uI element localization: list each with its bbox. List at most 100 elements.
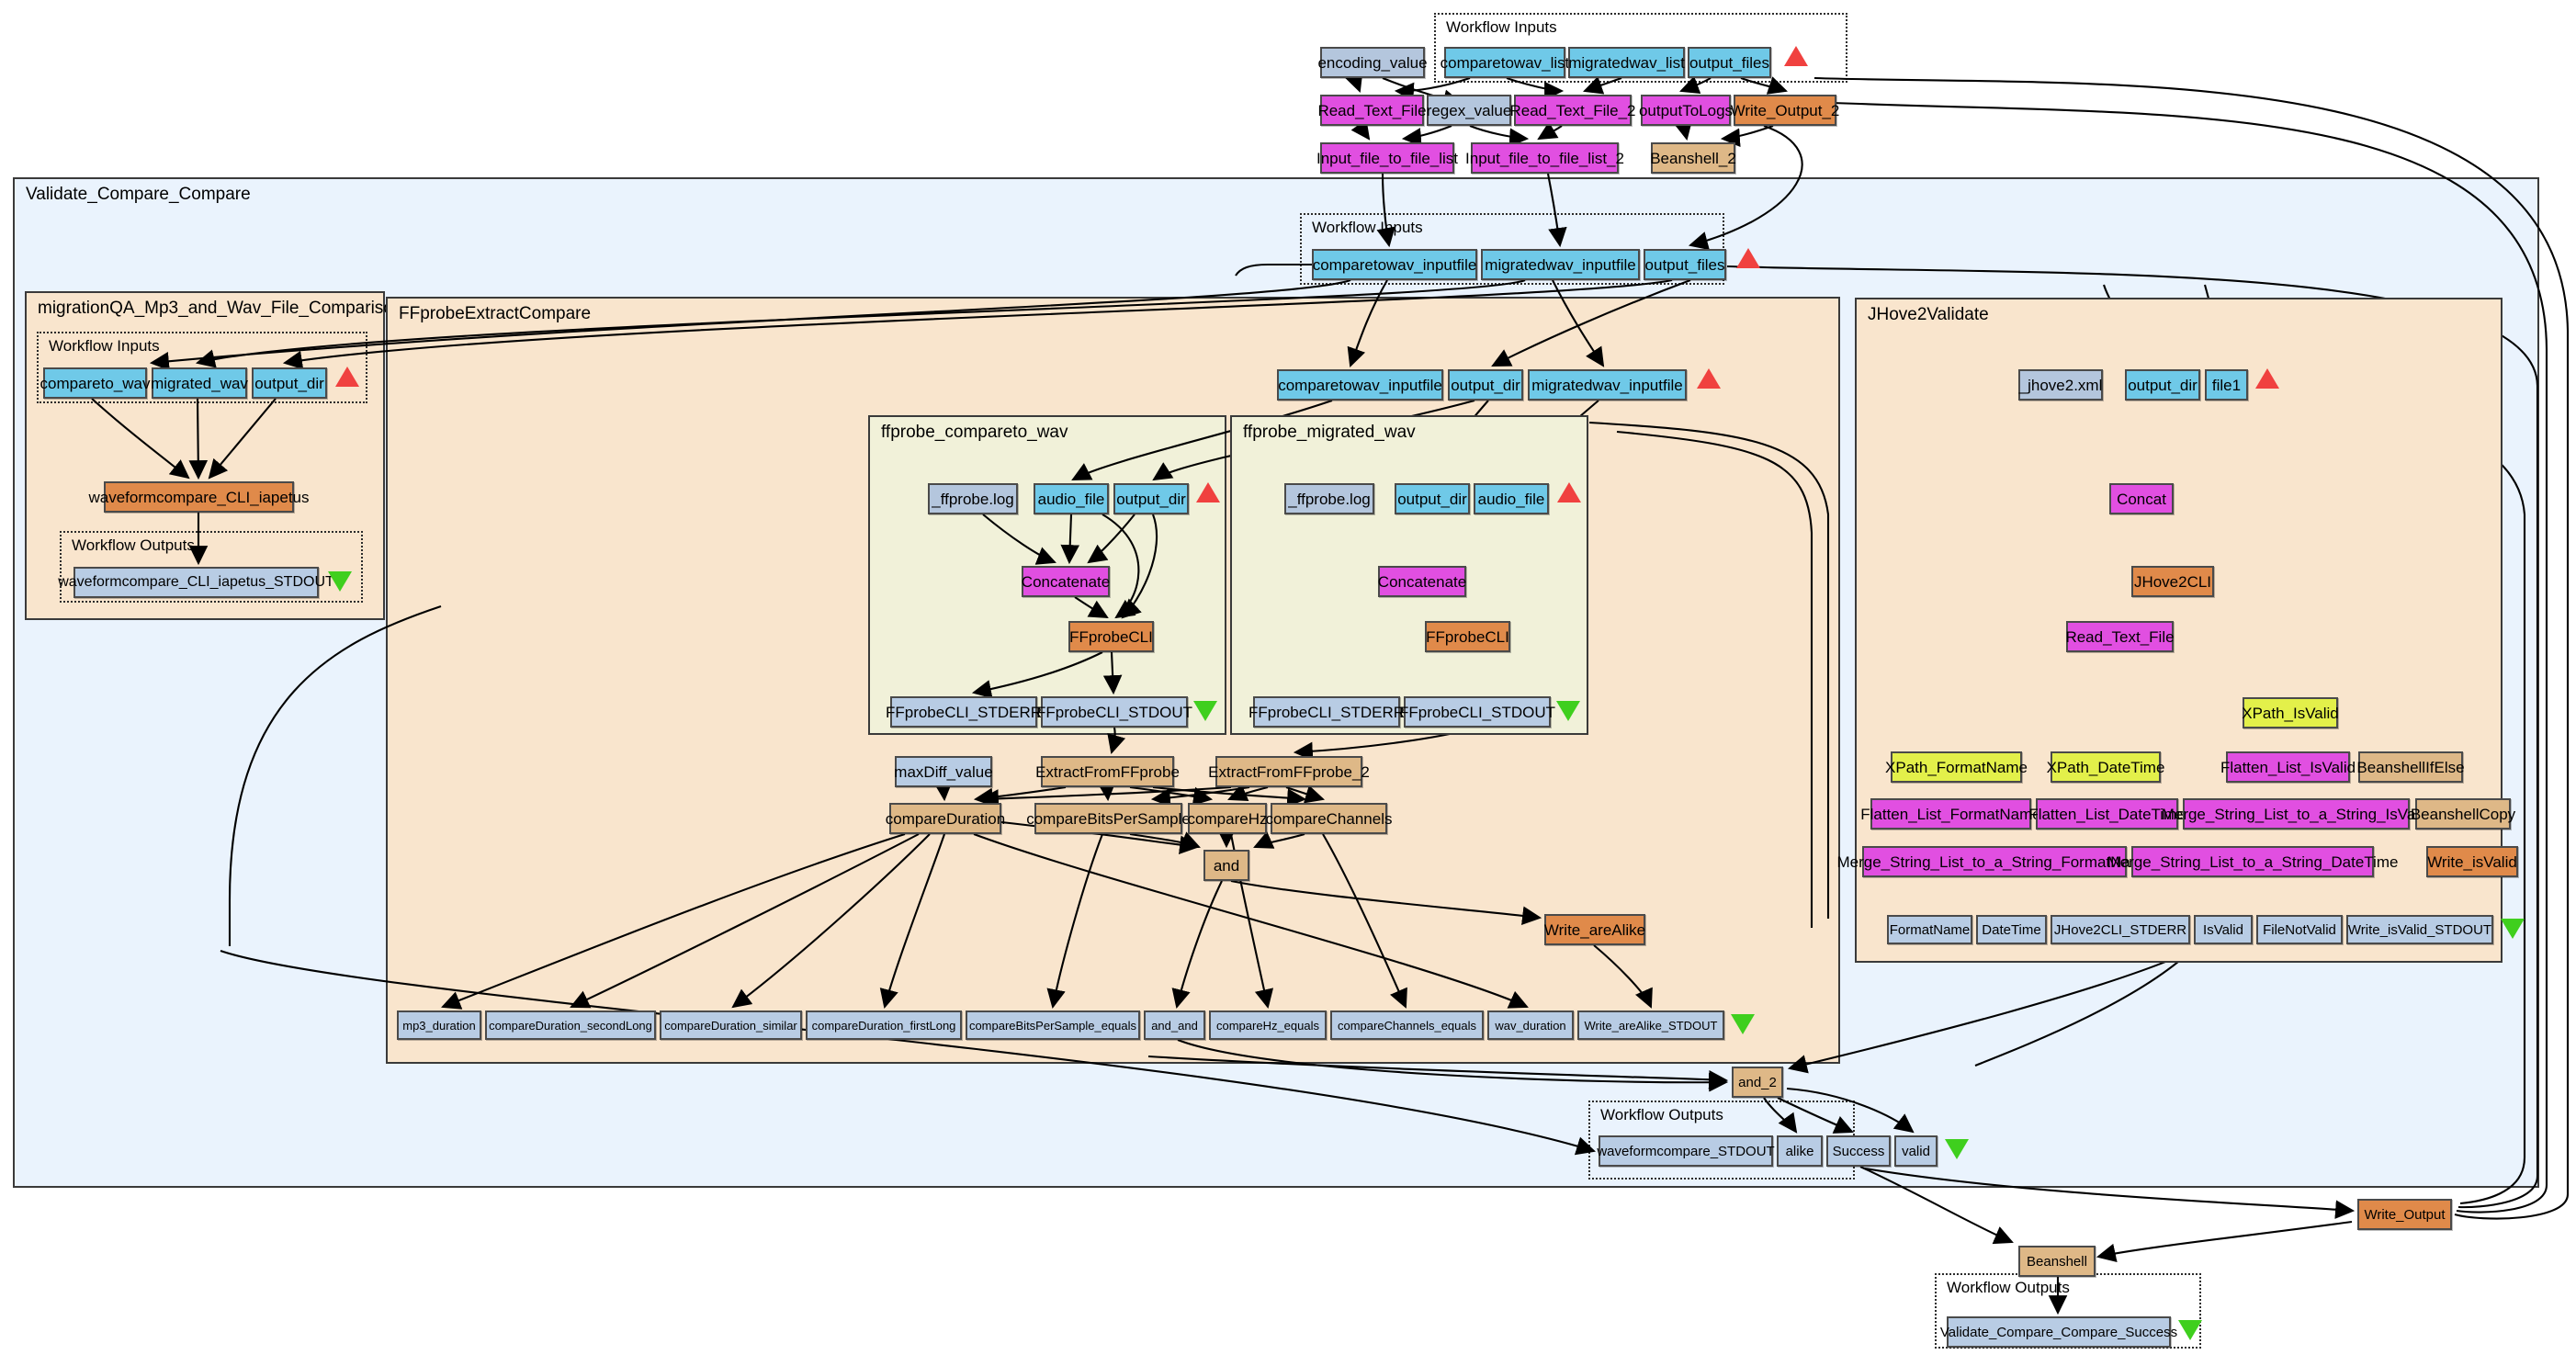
node-label-FFprobeCLI_STDOUT_cw: FFprobeCLI_STDOUT xyxy=(1035,703,1193,721)
node-Write_Output[interactable]: Write_Output xyxy=(2357,1199,2452,1230)
node-compareBitsPerSample[interactable]: compareBitsPerSample xyxy=(1026,803,1191,834)
node-output_files_top[interactable]: output_files xyxy=(1688,47,1771,78)
node-Write_areAlike_STDOUT[interactable]: Write_areAlike_STDOUT xyxy=(1577,1010,1724,1040)
node-audio_file_mw[interactable]: audio_file xyxy=(1474,483,1549,514)
node-FFprobeCLI_STDOUT_mw[interactable]: FFprobeCLI_STDOUT xyxy=(1399,696,1555,728)
node-migratedwav_inputfile_ffe[interactable]: migratedwav_inputfile xyxy=(1528,369,1687,401)
node-Merge_String_List_to_a_String_FormatName[interactable]: Merge_String_List_to_a_String_FormatName xyxy=(1837,846,2152,877)
node-FFprobeCLI_STDERR_mw[interactable]: FFprobeCLI_STDERR xyxy=(1248,696,1405,728)
node-compareChannels[interactable]: compareChannels xyxy=(1266,803,1392,834)
node-JHove2CLI_STDERR[interactable]: JHove2CLI_STDERR xyxy=(2051,915,2190,944)
node-BeanshellCopy[interactable]: BeanshellCopy xyxy=(2411,798,2515,830)
node-XPath_IsValid[interactable]: XPath_IsValid xyxy=(2242,697,2339,728)
node-Input_file_to_file_list_2[interactable]: Input_file_to_file_list_2 xyxy=(1465,142,1624,174)
node-BeanshellIfElse[interactable]: BeanshellIfElse xyxy=(2356,751,2465,783)
node-JHove2CLI[interactable]: JHove2CLI xyxy=(2131,566,2214,597)
node-regex_value[interactable]: regex_value xyxy=(1427,95,1511,126)
node-label-ffprobe_log_cw: _ffprobe.log xyxy=(932,490,1014,508)
node-label-compareHz_equals: compareHz_equals xyxy=(1215,1018,1319,1033)
node-outputToLogs[interactable]: outputToLogs xyxy=(1639,95,1733,126)
node-ffprobe_log_cw[interactable]: _ffprobe.log xyxy=(928,483,1018,514)
node-and_and[interactable]: and_and xyxy=(1144,1010,1205,1040)
node-Read_Text_File_2[interactable]: Read_Text_File_2 xyxy=(1509,95,1636,126)
node-compareDuration_firstLong[interactable]: compareDuration_firstLong xyxy=(806,1010,962,1040)
node-comparetowav_inputfile_vcc[interactable]: comparetowav_inputfile xyxy=(1312,249,1477,280)
node-migratedwav_list[interactable]: migratedwav_list xyxy=(1568,47,1685,78)
node-compareDuration[interactable]: compareDuration xyxy=(886,803,1005,834)
node-output_dir_cw[interactable]: output_dir xyxy=(1113,483,1189,514)
node-file1[interactable]: file1 xyxy=(2205,369,2248,401)
node-Write_Output_2[interactable]: Write_Output_2 xyxy=(1731,95,1839,126)
node-comparetowav_list[interactable]: comparetowav_list xyxy=(1441,47,1569,78)
node-DateTime[interactable]: DateTime xyxy=(1976,915,2047,944)
node-ffprobe_log_mw[interactable]: _ffprobe.log xyxy=(1284,483,1374,514)
node-Concat[interactable]: Concat xyxy=(2109,483,2174,514)
node-ExtractFromFFprobe_2[interactable]: ExtractFromFFprobe_2 xyxy=(1208,756,1370,787)
node-comparetowav_inputfile_ffe[interactable]: comparetowav_inputfile xyxy=(1277,369,1443,401)
node-FFprobeCLI_STDERR_cw[interactable]: FFprobeCLI_STDERR xyxy=(886,696,1042,728)
node-label-FileNotValid: FileNotValid xyxy=(2263,921,2336,938)
node-Beanshell_2[interactable]: Beanshell_2 xyxy=(1650,142,1736,174)
node-Read_Text_File_top[interactable]: Read_Text_File xyxy=(1317,95,1427,126)
node-FFprobeCLI_mw[interactable]: FFprobeCLI xyxy=(1425,621,1510,652)
node-and[interactable]: and xyxy=(1203,850,1249,881)
node-FileNotValid[interactable]: FileNotValid xyxy=(2256,915,2343,944)
node-Validate_Compare_Compare_Success[interactable]: Validate_Compare_Compare_Success xyxy=(1940,1316,2177,1348)
output-port-marker-icon xyxy=(1556,701,1580,721)
input-port-marker-icon xyxy=(1557,482,1581,502)
node-Input_file_to_file_list[interactable]: Input_file_to_file_list xyxy=(1316,142,1458,174)
node-output_dir_jh[interactable]: output_dir xyxy=(2125,369,2200,401)
node-FormatName[interactable]: FormatName xyxy=(1887,915,1972,944)
node-IsValid[interactable]: IsValid xyxy=(2194,915,2253,944)
node-compareto_wav[interactable]: compareto_wav xyxy=(40,367,151,399)
node-output_dir_mw[interactable]: output_dir xyxy=(1395,483,1470,514)
node-XPath_FormatName[interactable]: XPath_FormatName xyxy=(1885,751,2028,783)
node-Merge_String_List_to_a_String_DateTime[interactable]: Merge_String_List_to_a_String_DateTime xyxy=(2107,846,2398,877)
node-Write_isValid[interactable]: Write_isValid xyxy=(2426,846,2518,877)
node-compareChannels_equals[interactable]: compareChannels_equals xyxy=(1330,1010,1484,1040)
node-Success[interactable]: Success xyxy=(1826,1135,1891,1167)
node-output_dir_mq[interactable]: output_dir xyxy=(252,367,327,399)
node-XPath_DateTime[interactable]: XPath_DateTime xyxy=(2047,751,2164,783)
node-label-FFprobeCLI_mw: FFprobeCLI xyxy=(1426,627,1509,646)
node-jhove2_xml[interactable]: _jhove2.xml xyxy=(2018,369,2103,401)
node-waveformcompare_CLI_iapetus_STDOUT[interactable]: waveformcompare_CLI_iapetus_STDOUT xyxy=(58,567,334,598)
node-Flatten_List_DateTime[interactable]: Flatten_List_DateTime xyxy=(2028,798,2186,830)
node-Read_Text_File_jh[interactable]: Read_Text_File xyxy=(2065,621,2175,652)
node-ExtractFromFFprobe[interactable]: ExtractFromFFprobe xyxy=(1035,756,1180,787)
node-audio_file_cw[interactable]: audio_file xyxy=(1034,483,1109,514)
node-output_dir_ffe[interactable]: output_dir xyxy=(1448,369,1523,401)
node-compareBitsPerSample_equals[interactable]: compareBitsPerSample_equals xyxy=(966,1010,1140,1040)
node-Concatenate_cw[interactable]: Concatenate xyxy=(1022,566,1110,597)
node-compareDuration_secondLong[interactable]: compareDuration_secondLong xyxy=(485,1010,656,1040)
node-Write_isValid_STDOUT[interactable]: Write_isValid_STDOUT xyxy=(2346,915,2493,944)
node-and_2[interactable]: and_2 xyxy=(1732,1067,1783,1098)
node-waveformcompare_CLI_iapetus[interactable]: waveformcompare_CLI_iapetus xyxy=(89,481,310,513)
node-Write_areAlike[interactable]: Write_areAlike xyxy=(1544,914,1645,945)
node-encoding_value[interactable]: encoding_value xyxy=(1317,47,1428,78)
node-FFprobeCLI_STDOUT_cw[interactable]: FFprobeCLI_STDOUT xyxy=(1036,696,1192,728)
output-port-marker-icon xyxy=(2178,1320,2202,1340)
node-waveformcompare_STDOUT[interactable]: waveformcompare_STDOUT xyxy=(1597,1135,1775,1167)
node-maxDiff_value[interactable]: maxDiff_value xyxy=(894,756,993,787)
node-output_files_vcc[interactable]: output_files xyxy=(1644,249,1726,280)
node-mp3_duration[interactable]: mp3_duration xyxy=(397,1010,481,1040)
node-Beanshell[interactable]: Beanshell xyxy=(2018,1246,2096,1277)
node-label-migratedwav_inputfile_ffe: migratedwav_inputfile xyxy=(1531,376,1683,394)
node-label-FFprobeCLI_STDOUT_mw: FFprobeCLI_STDOUT xyxy=(1398,703,1556,721)
node-valid[interactable]: valid xyxy=(1894,1135,1938,1167)
node-Flatten_List_FormatName[interactable]: Flatten_List_FormatName xyxy=(1860,798,2041,830)
node-migratedwav_inputfile_vcc[interactable]: migratedwav_inputfile xyxy=(1481,249,1640,280)
node-FFprobeCLI_cw[interactable]: FFprobeCLI xyxy=(1068,621,1154,652)
node-alike[interactable]: alike xyxy=(1777,1135,1823,1167)
node-label-regex_value: regex_value xyxy=(1426,101,1512,119)
node-label-JHove2CLI: JHove2CLI xyxy=(2133,572,2212,591)
node-wav_duration[interactable]: wav_duration xyxy=(1487,1010,1574,1040)
node-Flatten_List_IsValid[interactable]: Flatten_List_IsValid xyxy=(2220,751,2356,783)
node-migrated_wav[interactable]: migrated_wav xyxy=(151,367,248,399)
node-Concatenate_mw[interactable]: Concatenate xyxy=(1378,566,1466,597)
node-compareDuration_similar[interactable]: compareDuration_similar xyxy=(660,1010,802,1040)
node-compareHz_equals[interactable]: compareHz_equals xyxy=(1209,1010,1327,1040)
node-compareHz[interactable]: compareHz xyxy=(1188,803,1267,834)
node-Merge_String_List_to_a_String_IsValid[interactable]: Merge_String_List_to_a_String_IsValid xyxy=(2162,798,2431,830)
